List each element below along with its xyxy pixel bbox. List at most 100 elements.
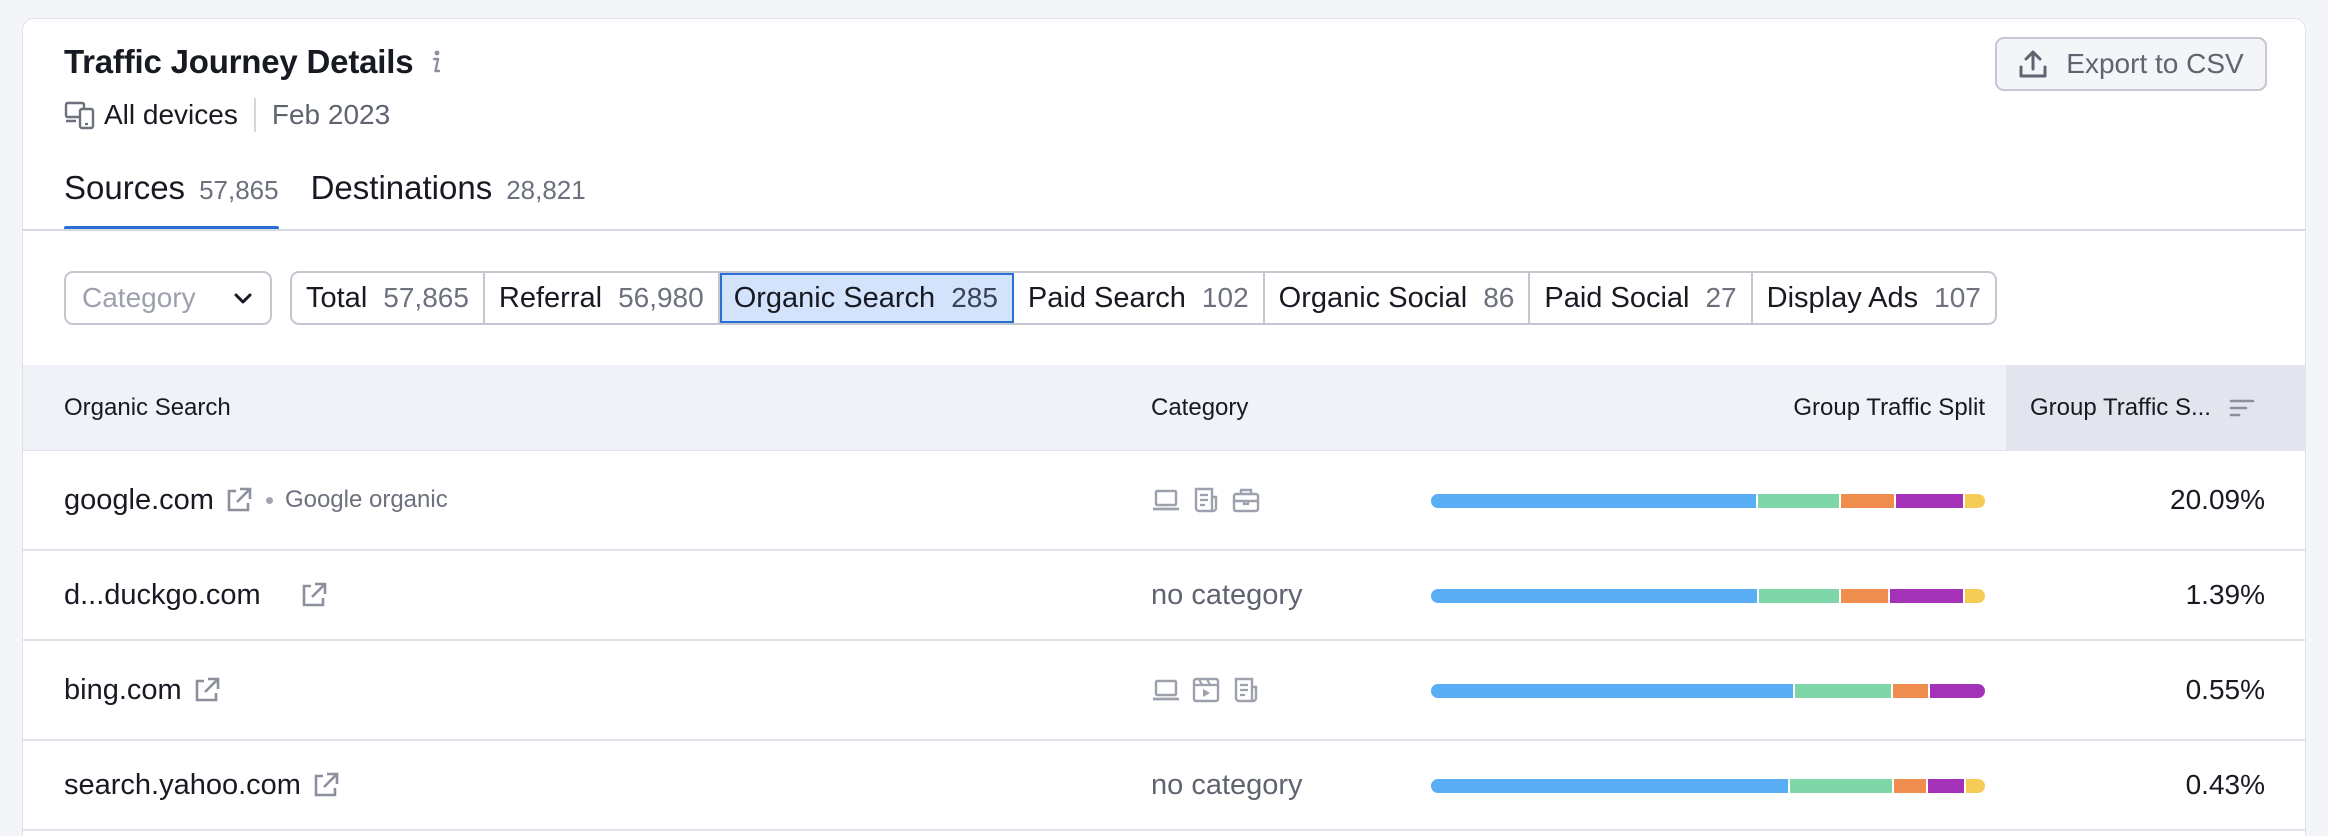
tab-count: 28,821	[506, 175, 586, 205]
source-cell: d...duckgo.com	[64, 551, 329, 639]
split-segment-orange	[1893, 779, 1927, 793]
category-cell	[1151, 451, 1261, 549]
meta-divider	[253, 98, 256, 132]
tabs-divider	[23, 229, 2305, 231]
laptop-icon	[1153, 679, 1179, 701]
chip-organic-social[interactable]: Organic Social 86	[1265, 273, 1531, 323]
export-label: Export to CSV	[2066, 48, 2244, 79]
split-segment-blue	[1431, 589, 1757, 603]
source-cell: search.yahoo.com	[64, 741, 341, 829]
split-segment-orange	[1892, 684, 1929, 698]
separator-dot	[265, 496, 273, 504]
chip-label: Referral	[498, 281, 603, 314]
split-segment-yellow	[1965, 589, 1985, 603]
split-segment-blue	[1431, 684, 1793, 698]
title-row: Traffic Journey Details	[64, 43, 445, 81]
devices-label[interactable]: All devices	[104, 99, 238, 131]
column-header-category[interactable]: Category	[1151, 365, 1248, 451]
column-header-traffic-split[interactable]: Group Traffic Split	[1793, 365, 1985, 451]
source-domain[interactable]: search.yahoo.com	[64, 769, 301, 802]
filter-row: Category Total 57,865 Referral 56,980 Orga…	[64, 271, 1997, 325]
info-icon[interactable]	[427, 47, 445, 77]
external-link-icon[interactable]	[224, 485, 254, 515]
export-csv-button[interactable]: Export to CSV	[1995, 37, 2267, 91]
source-cell: bing.com	[64, 641, 222, 739]
tab-label: Sources	[64, 169, 186, 206]
briefcase-icon	[1232, 488, 1260, 513]
traffic-split-bar	[1431, 684, 1985, 698]
chip-label: Total	[306, 281, 368, 314]
upload-icon	[2019, 50, 2047, 78]
external-link-icon[interactable]	[299, 580, 329, 610]
category-cell	[1151, 641, 1261, 739]
source-domain[interactable]: d...duckgo.com	[64, 579, 261, 612]
traffic-share-value: 1.39%	[2185, 579, 2265, 610]
split-segment-orange	[1840, 494, 1894, 508]
date-label[interactable]: Feb 2023	[272, 99, 390, 131]
traffic-split-bar	[1431, 779, 1985, 793]
chip-referral[interactable]: Referral 56,980	[485, 273, 720, 323]
page-title: Traffic Journey Details	[64, 43, 414, 80]
split-segment-green	[1757, 494, 1839, 508]
chip-paid-social[interactable]: Paid Social 27	[1530, 273, 1753, 323]
split-segment-purple	[1890, 589, 1964, 603]
chip-count: 86	[1483, 282, 1515, 313]
sort-descending-icon[interactable]	[2229, 397, 2255, 419]
tab-count: 57,865	[199, 175, 279, 205]
split-segment-orange	[1841, 589, 1889, 603]
split-segment-yellow	[1965, 779, 1985, 793]
category-cell: no category	[1151, 768, 1303, 801]
table-row: google.com Google organic 20.09%	[23, 451, 2305, 551]
split-segment-blue	[1431, 494, 1756, 508]
chip-count: 27	[1705, 282, 1737, 313]
chip-label: Organic Social	[1278, 281, 1468, 314]
split-segment-purple	[1895, 494, 1963, 508]
chip-count: 56,980	[618, 282, 704, 313]
chip-count: 57,865	[383, 282, 469, 313]
traffic-share-value: 20.09%	[2170, 484, 2265, 515]
category-cell: no category	[1151, 578, 1303, 611]
chip-count: 102	[1201, 282, 1249, 313]
traffic-split-bar	[1431, 589, 1985, 603]
chip-label: Organic Search	[733, 281, 936, 314]
split-segment-green	[1794, 684, 1891, 698]
column-header-traffic-share[interactable]: Group Traffic S...	[2006, 365, 2305, 451]
table-row: d...duckgo.com no category 1.39%	[23, 551, 2305, 641]
external-link-icon[interactable]	[311, 770, 341, 800]
chip-organic-search[interactable]: Organic Search 285	[719, 273, 1014, 323]
source-cell: google.com Google organic	[64, 451, 448, 549]
tab-label: Destinations	[310, 169, 493, 206]
meta-row: All devices Feb 2023	[64, 98, 390, 132]
column-header-source[interactable]: Organic Search	[64, 365, 231, 451]
chevron-down-icon	[234, 293, 252, 304]
table-header: Organic Search Category Group Traffic Sp…	[23, 365, 2305, 451]
external-link-icon[interactable]	[192, 675, 222, 705]
chip-label: Paid Social	[1544, 281, 1690, 314]
tab-sources[interactable]: Sources 57,865	[64, 169, 279, 231]
category-dropdown[interactable]: Category	[64, 271, 272, 325]
source-domain[interactable]: google.com	[64, 484, 214, 517]
split-segment-green	[1789, 779, 1892, 793]
traffic-type-filter: Total 57,865 Referral 56,980 Organic Searc…	[290, 271, 1997, 325]
category-placeholder: Category	[82, 282, 196, 313]
news-icon	[1194, 487, 1218, 513]
chip-paid-search[interactable]: Paid Search 102	[1014, 273, 1265, 323]
column-header-label: Group Traffic S...	[2030, 394, 2211, 421]
chip-total[interactable]: Total 57,865	[292, 273, 485, 323]
chip-label: Paid Search	[1027, 281, 1186, 314]
table-row: bing.com 0.55%	[23, 641, 2305, 741]
split-segment-purple	[1930, 684, 1985, 698]
split-segment-blue	[1431, 779, 1788, 793]
split-segment-yellow	[1964, 494, 1985, 508]
chip-label: Display Ads	[1766, 281, 1919, 314]
tab-destinations[interactable]: Destinations 28,821	[311, 169, 586, 231]
chip-count: 107	[1934, 282, 1981, 313]
chip-count: 285	[951, 282, 998, 313]
source-subtitle: Google organic	[284, 486, 448, 513]
tabs: Sources 57,865 Destinations 28,821	[64, 169, 586, 231]
traffic-share-value: 0.43%	[2185, 769, 2265, 800]
laptop-icon	[1153, 489, 1179, 511]
source-domain[interactable]: bing.com	[64, 674, 182, 707]
chip-display-ads[interactable]: Display Ads 107	[1753, 273, 1995, 323]
table-row: search.yahoo.com no category 0.43%	[23, 741, 2305, 831]
